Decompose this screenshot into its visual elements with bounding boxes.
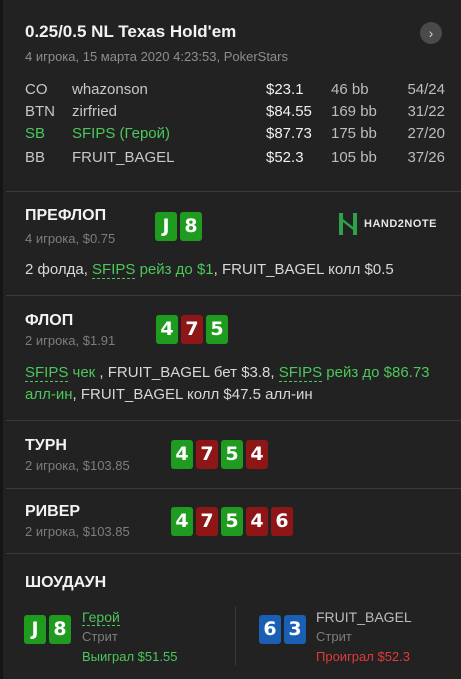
player-position: SB <box>25 125 46 142</box>
player-stack: $23.1 <box>266 81 304 98</box>
showdown-title: ШОУДАУН <box>25 574 107 591</box>
divider <box>6 295 461 296</box>
card: 5 <box>206 315 228 344</box>
player-row: BB FRUIT_BAGEL $52.3 105 bb 37/26 <box>25 149 445 169</box>
villain-showdown-cards: 6 3 <box>259 615 306 644</box>
card: 8 <box>180 212 202 241</box>
hand-title: 0.25/0.5 NL Texas Hold'em <box>25 22 237 41</box>
divider <box>6 191 461 192</box>
hero-hand-rank: Стрит <box>82 629 118 644</box>
player-name[interactable]: whazonson <box>72 81 148 98</box>
card: 7 <box>196 440 218 469</box>
preflop-actions: 2 фолда, SFIPS рейз до $1, FRUIT_BAGEL к… <box>25 259 445 281</box>
hand2note-logo-text: HAND2NOTE <box>364 218 437 230</box>
hand-subtitle: 4 игрока, 15 марта 2020 4:23:53, PokerSt… <box>25 49 288 64</box>
hero-link[interactable]: SFIPS <box>92 261 136 279</box>
hero-action: чек <box>68 364 96 381</box>
player-position: BB <box>25 149 46 166</box>
card: 7 <box>196 507 218 536</box>
card: 4 <box>246 440 268 469</box>
player-row: BTN zirfried $84.55 169 bb 31/22 <box>25 103 445 123</box>
player-stats: 54/24 <box>407 81 445 98</box>
hero-link[interactable]: SFIPS <box>25 364 69 382</box>
card: 4 <box>156 315 178 344</box>
turn-title: ТУРН <box>25 437 67 454</box>
villain-result: Проиграл $52.3 <box>316 649 410 664</box>
card: 4 <box>246 507 268 536</box>
card: 6 <box>259 615 281 644</box>
player-stack-bb: 46 bb <box>331 81 369 98</box>
preflop-title: ПРЕФЛОП <box>25 207 107 224</box>
preflop-subtitle: 4 игрока, $0.75 <box>25 231 116 246</box>
card: 4 <box>171 440 193 469</box>
villain-showdown-name[interactable]: FRUIT_BAGEL <box>316 609 412 625</box>
action-text: , FRUIT_BAGEL колл $0.5 <box>213 261 394 278</box>
player-stack: $84.55 <box>266 103 312 120</box>
player-name[interactable]: FRUIT_BAGEL <box>72 149 175 166</box>
hero-link[interactable]: SFIPS <box>278 364 323 382</box>
hand2note-logo: HAND2NOTE <box>338 213 437 235</box>
river-cards: 4 7 5 4 6 <box>171 507 293 536</box>
card: 3 <box>284 615 306 644</box>
hero-showdown-name[interactable]: Герой <box>82 609 120 626</box>
player-position: BTN <box>25 103 55 120</box>
player-row: CO whazonson $23.1 46 bb 54/24 <box>25 81 445 101</box>
hero-action: алл-ин <box>25 386 73 403</box>
player-name[interactable]: zirfried <box>72 103 117 120</box>
card: 7 <box>181 315 203 344</box>
flop-actions: SFIPS чек , FRUIT_BAGEL бет $3.8, SFIPS … <box>25 362 450 406</box>
divider <box>6 553 461 554</box>
player-stack-bb: 169 bb <box>331 103 377 120</box>
river-subtitle: 2 игрока, $103.85 <box>25 524 130 539</box>
player-stack: $87.73 <box>266 125 312 142</box>
chevron-right-icon: › <box>428 25 434 41</box>
card: 5 <box>221 440 243 469</box>
card: J <box>155 212 177 241</box>
hero-result: Выиграл $51.55 <box>82 649 178 664</box>
divider <box>6 420 461 421</box>
villain-hand-rank: Стрит <box>316 629 352 644</box>
hero-hole-cards: J 8 <box>155 212 202 241</box>
player-stack-bb: 175 bb <box>331 125 377 142</box>
card: 5 <box>221 507 243 536</box>
card: J <box>24 615 46 644</box>
player-stack: $52.3 <box>266 149 304 166</box>
river-title: РИВЕР <box>25 503 81 520</box>
divider <box>6 488 461 489</box>
next-hand-button[interactable]: › <box>420 22 442 44</box>
flop-title: ФЛОП <box>25 312 74 329</box>
player-stats: 37/26 <box>407 149 445 166</box>
player-stats: 27/20 <box>407 125 445 142</box>
action-text: , FRUIT_BAGEL колл $47.5 алл-ин <box>72 386 313 403</box>
player-position: CO <box>25 81 48 98</box>
player-row-hero: SB SFIPS (Герой) $87.73 175 bb 27/20 <box>25 125 445 145</box>
hero-action: рейз до $86.73 <box>322 364 430 381</box>
hand2note-logo-icon <box>339 213 357 235</box>
action-text: , FRUIT_BAGEL бет $3.8, <box>95 364 279 381</box>
hero-showdown-cards: J 8 <box>24 615 71 644</box>
player-stack-bb: 105 bb <box>331 149 377 166</box>
player-name-hero[interactable]: SFIPS (Герой) <box>72 125 170 142</box>
turn-subtitle: 2 игрока, $103.85 <box>25 458 130 473</box>
flop-cards: 4 7 5 <box>156 315 228 344</box>
hero-action: рейз до $1 <box>135 261 214 278</box>
player-stats: 31/22 <box>407 103 445 120</box>
card: 6 <box>271 507 293 536</box>
action-text: 2 фолда, <box>25 261 93 278</box>
card: 8 <box>49 615 71 644</box>
card: 4 <box>171 507 193 536</box>
hand-history-panel: 0.25/0.5 NL Texas Hold'em 4 игрока, 15 м… <box>0 0 461 679</box>
turn-cards: 4 7 5 4 <box>171 440 268 469</box>
hero-link[interactable]: Герой <box>82 609 120 626</box>
showdown-separator <box>235 606 236 666</box>
flop-subtitle: 2 игрока, $1.91 <box>25 333 116 348</box>
